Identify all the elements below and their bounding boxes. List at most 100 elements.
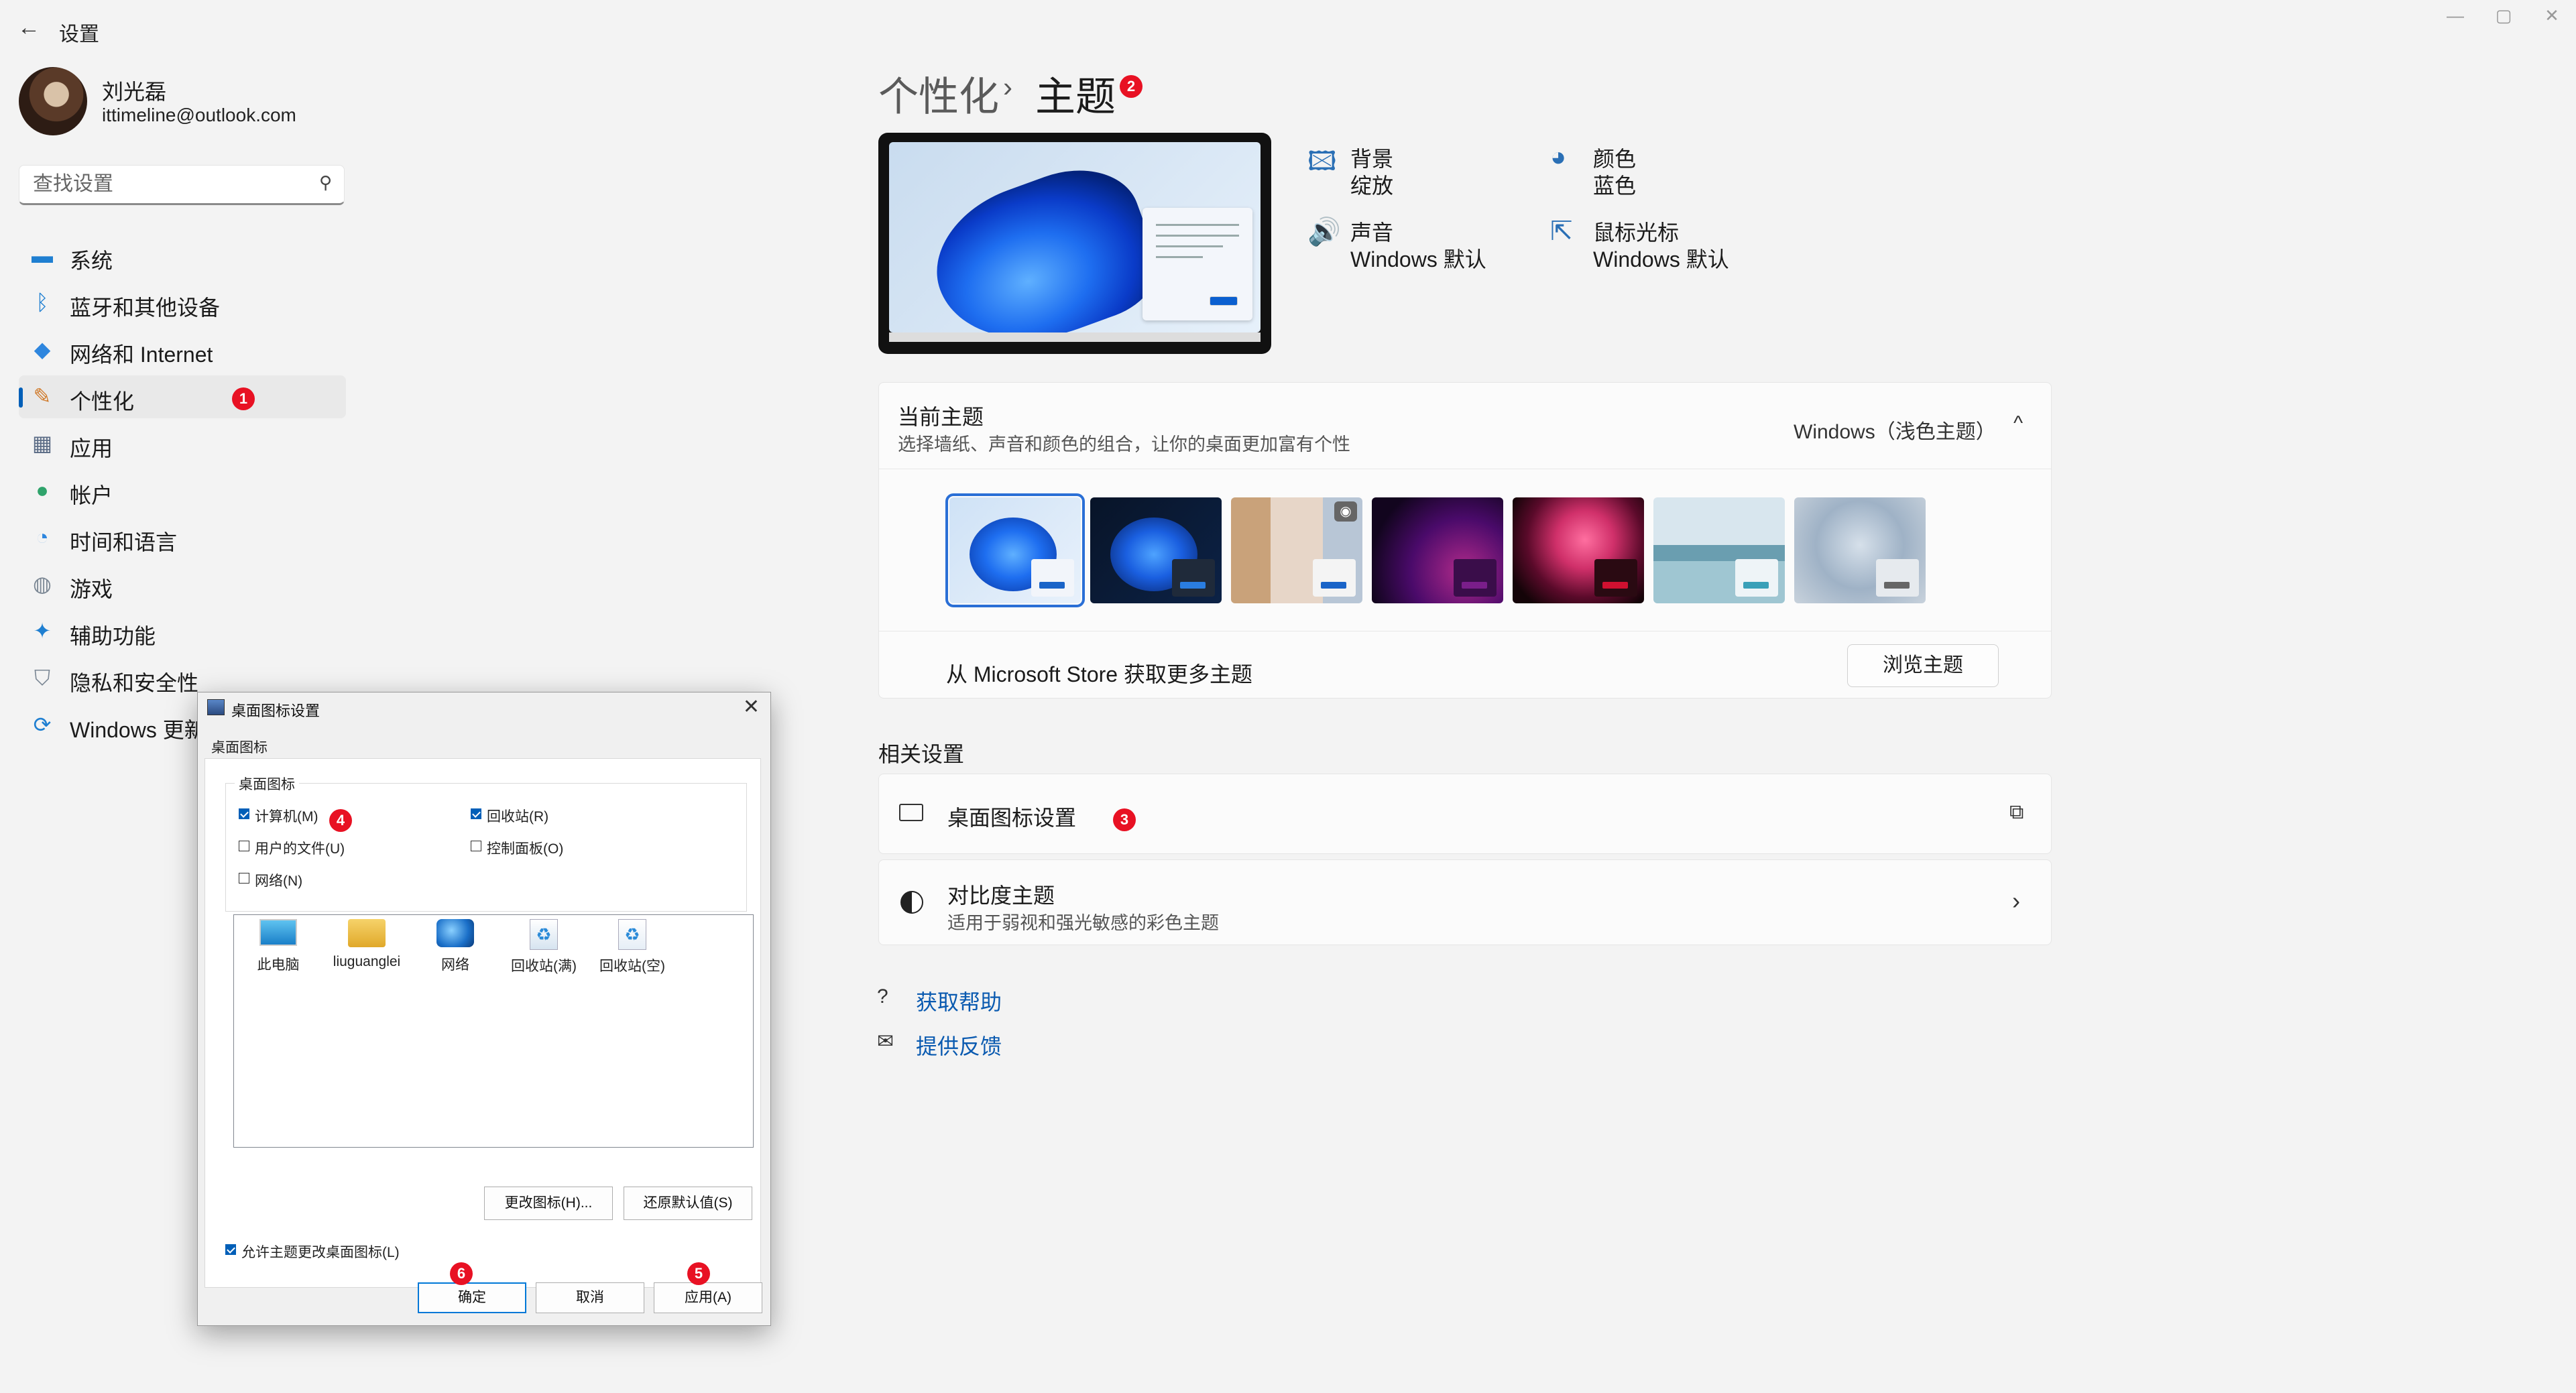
contrast-themes-title: 对比度主题 [947,884,1055,908]
theme-property-value: Windows 默认 [1593,247,1729,271]
recycle-bin-full-icon: ♻ [530,919,558,950]
accessibility-icon: ✦ [33,619,52,643]
gamepad-icon: ◍ [33,572,52,596]
maximize-button[interactable]: ▢ [2483,5,2524,26]
checkbox-control-panel-box[interactable] [471,841,481,851]
icon-label: liuguanglei [333,954,401,969]
list-item[interactable]: ♻ 回收站(满) [504,919,584,975]
theme-property-value: 蓝色 [1593,174,1637,198]
theme-thumbnail-sunrise[interactable] [1794,497,1926,603]
profile-email: ittimeline@outlook.com [102,105,296,125]
update-icon: ⟳ [33,713,52,737]
list-item[interactable]: ♻ 回收站(空) [592,919,672,975]
sidebar-item-accessibility[interactable]: ✦ 辅助功能 [19,610,346,653]
brush-icon: ✎ [33,384,52,408]
avatar[interactable] [19,67,87,135]
title-bar: ← 设置 — ▢ ✕ [0,0,2576,60]
sidebar-item-label: 隐私和安全性 [70,671,199,695]
sidebar-item-apps[interactable]: ▦ 应用 [19,422,346,465]
list-item[interactable]: liuguanglei [327,919,407,970]
get-help-link[interactable]: 获取帮助 [916,985,1002,1016]
speaker-icon: 🔊 [1307,217,1341,247]
dialog-close-icon[interactable]: ✕ [743,695,760,719]
sidebar-item-account[interactable]: ● 帐户 [19,469,346,512]
theme-thumbnail-windows-dark[interactable] [1090,497,1222,603]
checkbox-recycle-bin-box[interactable] [471,808,481,819]
contrast-themes-subtitle: 适用于弱视和强光敏感的彩色主题 [947,913,1219,933]
apps-icon: ▦ [32,431,53,455]
sidebar-item-label: 时间和语言 [70,530,178,554]
bloom-wallpaper [916,150,1171,332]
search-box[interactable]: ⚲ [19,165,345,205]
cursor-icon: ⇱ [1550,217,1573,246]
sidebar-item-label: 系统 [70,249,113,273]
list-item[interactable]: 网络 [415,919,495,974]
theme-thumbnail-flow[interactable] [1653,497,1785,603]
sidebar-item-label: 辅助功能 [70,624,156,648]
apply-button[interactable]: 应用(A) [654,1282,762,1313]
checkbox-allow-themes-label: 允许主题更改桌面图标(L) [241,1245,400,1260]
sidebar-item-globe-clock[interactable]: ◔ 时间和语言 [19,516,346,559]
breadcrumb-parent[interactable]: 个性化 [878,64,999,123]
cancel-button[interactable]: 取消 [536,1282,644,1313]
browse-themes-button[interactable]: 浏览主题 [1847,644,1999,687]
theme-thumbnail-spotlight[interactable]: ◉ [1231,497,1362,603]
sidebar-item-label: 网络和 Internet [70,343,213,367]
change-icon-button[interactable]: 更改图标(H)... [484,1187,613,1220]
checkbox-user-files-box[interactable] [239,841,249,851]
desktop-icon [899,804,923,821]
preview-window [1143,208,1252,320]
theme-thumbnail-windows-light[interactable] [945,493,1085,607]
user-folder-icon [348,919,386,947]
feedback-icon: ✉ [877,1030,894,1052]
theme-thumbnail-glow[interactable] [1372,497,1503,603]
sidebar-item-label: Windows 更新 [70,718,206,742]
app-title: 设置 [59,23,99,46]
sidebar-item-bluetooth[interactable]: ᛒ 蓝牙和其他设备 [19,282,346,324]
sidebar-item-label: 蓝牙和其他设备 [70,296,221,320]
camera-icon: ◉ [1334,501,1357,522]
active-indicator [19,387,23,408]
desktop-icon-settings-dialog: 桌面图标设置 ✕ 桌面图标 桌面图标 计算机(M) 回收站(R) 用户的文件(U… [197,692,771,1326]
image-icon: 🖾 [1307,147,1337,176]
list-item[interactable]: 此电脑 [238,919,318,974]
back-arrow-icon[interactable]: ← [17,15,40,41]
icon-label: 网络 [441,957,469,973]
sidebar-item-label: 游戏 [70,577,113,601]
sidebar-item-monitor[interactable]: ▬ 系统 [19,235,346,278]
wifi-icon: ◆ [34,337,51,361]
restore-default-button[interactable]: 还原默认值(S) [624,1187,752,1220]
contrast-themes-row[interactable]: 对比度主题 适用于弱视和强光敏感的彩色主题 › [878,859,2052,945]
close-button[interactable]: ✕ [2532,5,2572,26]
minimize-button[interactable]: — [2435,5,2475,26]
external-link-icon: ⧉ [2009,801,2024,823]
desktop-icon-list[interactable]: 此电脑 liuguanglei 网络 ♻ 回收站(满) ♻ 回收站(空) [233,914,754,1148]
theme-thumbnail-captured-motion[interactable] [1513,497,1644,603]
search-input[interactable] [32,172,302,196]
account-icon: ● [36,478,49,502]
annotation-badge: 2 [1120,75,1143,98]
current-theme-subtitle: 选择墙纸、声音和颜色的组合，让你的桌面更加富有个性 [898,434,1350,455]
dialog-tab[interactable]: 桌面图标 [211,737,268,757]
sidebar-item-wifi[interactable]: ◆ 网络和 Internet [19,328,346,371]
desktop-icon-settings-row[interactable]: 桌面图标设置 ⧉ [878,774,2052,854]
sidebar-item-gamepad[interactable]: ◍ 游戏 [19,563,346,606]
search-icon[interactable]: ⚲ [319,172,332,193]
ok-button[interactable]: 确定 [418,1282,526,1313]
annotation-badge: 3 [1113,808,1136,831]
sidebar-item-brush[interactable]: ✎ 个性化 [19,375,346,418]
icon-label: 回收站(满) [511,959,577,974]
sidebar-item-label: 个性化 [70,389,135,414]
annotation-badge: 6 [450,1262,473,1285]
chevron-right-icon: › [2012,887,2020,914]
checkbox-computer-box[interactable] [239,808,249,819]
current-theme-title: 当前主题 [898,405,984,429]
give-feedback-link[interactable]: 提供反馈 [916,1030,1002,1061]
checkbox-network-box[interactable] [239,873,249,884]
checkbox-allow-themes-box[interactable] [225,1244,236,1255]
globe-clock-icon: ◔ [36,525,49,549]
checkbox-recycle-bin-label: 回收站(R) [487,809,549,825]
icon-label: 回收站(空) [599,959,665,974]
icon-label: 此电脑 [257,957,300,973]
chevron-up-icon[interactable]: ^ [2013,412,2023,435]
